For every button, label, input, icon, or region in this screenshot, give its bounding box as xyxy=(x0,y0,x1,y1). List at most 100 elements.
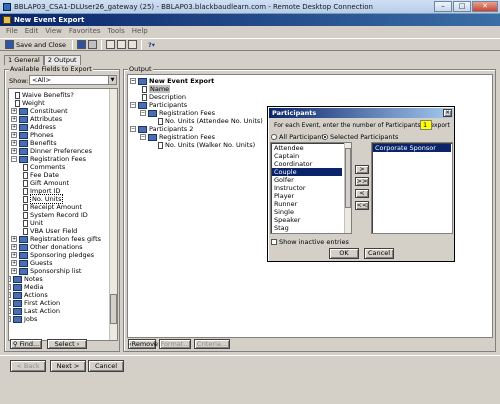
list-item-player[interactable]: Player xyxy=(272,192,342,200)
output-root[interactable]: − New Event Export xyxy=(130,77,214,85)
menu-favorites[interactable]: Favorites xyxy=(69,26,101,37)
dialog-close-button[interactable]: ✕ xyxy=(443,109,452,117)
tree-item-other-donations[interactable]: + Other donations xyxy=(11,243,83,251)
folder-icon xyxy=(19,259,28,267)
tree-item-waive-benefits[interactable]: Waive Benefits? xyxy=(15,91,74,99)
radio-all-participants[interactable]: All Participants xyxy=(271,133,327,141)
tree-item-constituent[interactable]: + Constituent xyxy=(11,107,68,115)
output-item-registration-fees-2[interactable]: − Registration Fees xyxy=(140,133,215,141)
ok-button[interactable]: OK xyxy=(329,248,359,259)
list-item-couple[interactable]: Couple xyxy=(272,168,342,176)
list-item-instructor[interactable]: Instructor xyxy=(272,184,342,192)
tree-item-weight[interactable]: Weight xyxy=(15,99,45,107)
delete-icon[interactable] xyxy=(88,40,98,49)
binoculars-icon: ⚲ xyxy=(12,340,18,348)
output-item-participants-2[interactable]: − Participants 2 xyxy=(130,125,193,133)
show-dropdown[interactable]: <All> ▼ xyxy=(29,75,117,85)
tree-item-registration-fees[interactable]: − Registration Fees xyxy=(11,155,86,163)
add-button[interactable]: > xyxy=(355,165,369,174)
output-item-attendee-no-units[interactable]: No. Units (Attendee No. Units) xyxy=(158,117,263,125)
remove-button[interactable]: < xyxy=(355,189,369,198)
list-item-speaker[interactable]: Speaker xyxy=(272,216,342,224)
checkbox-icon xyxy=(271,239,277,245)
radio-selected-icon xyxy=(322,134,328,140)
tree-item-sponsoring-pledges[interactable]: + Sponsoring pledges xyxy=(11,251,94,259)
tree-item-attributes[interactable]: + Attributes xyxy=(11,115,62,123)
list-item-single[interactable]: Single xyxy=(272,208,342,216)
list-scrollbar-thumb[interactable] xyxy=(345,148,351,208)
tree-item-actions[interactable]: +Actions xyxy=(9,291,48,299)
tree-item-guests[interactable]: + Guests xyxy=(11,259,52,267)
tree-item-notes[interactable]: +Notes xyxy=(9,275,43,283)
menu-tools[interactable]: Tools xyxy=(108,26,125,37)
tree-item-sponsorship-list[interactable]: + Sponsorship list xyxy=(11,267,81,275)
tree-item-vba-user-field[interactable]: VBA User Field xyxy=(23,227,77,235)
scrollbar-thumb[interactable] xyxy=(110,294,117,324)
help-dropdown-button[interactable]: ?▾ xyxy=(146,39,157,50)
next-button[interactable]: Next > xyxy=(50,360,86,372)
tree-item-fee-date[interactable]: Fee Date xyxy=(23,171,59,179)
tree-item-address[interactable]: + Address xyxy=(11,123,56,131)
radio-icon xyxy=(271,134,277,140)
output-item-name[interactable]: Name xyxy=(142,85,171,93)
tab-output[interactable]: 2 Output xyxy=(43,55,81,65)
participant-count-input[interactable]: 1 xyxy=(420,120,432,130)
selected-participants-list: Corporate Sponsor xyxy=(371,142,453,234)
remove-all-button[interactable]: << xyxy=(355,201,369,210)
print-icon[interactable] xyxy=(106,40,116,49)
output-item-description[interactable]: Description xyxy=(142,93,186,101)
list-item-stag[interactable]: Stag xyxy=(272,224,342,232)
output-item-registration-fees[interactable]: − Registration Fees xyxy=(140,109,215,117)
criteria-button[interactable]: Criteria... xyxy=(194,339,230,349)
save-and-close-button[interactable]: Save and Close xyxy=(3,39,68,50)
tree-item-first-action[interactable]: +First Action xyxy=(9,299,60,307)
find-button[interactable]: ⚲ Find... xyxy=(10,339,42,349)
field-icon xyxy=(142,93,147,101)
menu-edit[interactable]: Edit xyxy=(25,26,39,37)
list-item-attendee[interactable]: Attendee xyxy=(272,144,342,152)
tree-item-receipt-amount[interactable]: Receipt Amount xyxy=(23,203,82,211)
rdp-minimize-button[interactable]: – xyxy=(434,1,452,12)
radio-selected-participants[interactable]: Selected Participants xyxy=(322,133,398,141)
menu-file[interactable]: File xyxy=(6,26,18,37)
tree-item-last-action[interactable]: +Last Action xyxy=(9,307,60,315)
tree-item-gift-amount[interactable]: Gift Amount xyxy=(23,179,69,187)
list-item-golfer[interactable]: Golfer xyxy=(272,176,342,184)
tree-item-unit[interactable]: Unit xyxy=(23,219,43,227)
list-scrollbar[interactable] xyxy=(344,143,351,233)
list-item-captain[interactable]: Captain xyxy=(272,152,342,160)
menu-view[interactable]: View xyxy=(45,26,62,37)
tree-item-media[interactable]: +Media xyxy=(9,283,44,291)
tree-item-benefits[interactable]: + Benefits xyxy=(11,139,57,147)
output-item-walker-no-units[interactable]: No. Units (Walker No. Units) xyxy=(158,141,255,149)
menu-help[interactable]: Help xyxy=(132,26,148,37)
tree-item-registration-fees-gifts[interactable]: + Registration fees gifts xyxy=(11,235,101,243)
rdp-maximize-button[interactable]: □ xyxy=(453,1,471,12)
tree-item-dinner-preferences[interactable]: + Dinner Preferences xyxy=(11,147,92,155)
tree-item-jobs[interactable]: +Jobs xyxy=(9,315,37,323)
tree-item-no-units[interactable]: No. Units xyxy=(23,194,64,204)
show-inactive-checkbox[interactable]: Show inactive entries xyxy=(271,238,349,246)
tree-item-system-record-id[interactable]: System Record ID xyxy=(23,211,88,219)
cancel-button[interactable]: Cancel xyxy=(88,360,124,372)
output-item-participants[interactable]: − Participants xyxy=(130,101,187,109)
format-button[interactable]: Format... xyxy=(159,339,191,349)
select-button[interactable]: Select › xyxy=(47,339,87,349)
list-item-coordinator[interactable]: Coordinator xyxy=(272,160,342,168)
add-all-button[interactable]: >> xyxy=(355,177,369,186)
list-item-corporate-sponsor[interactable]: Corporate Sponsor xyxy=(373,144,451,152)
export-icon[interactable] xyxy=(117,40,127,49)
rdp-close-button[interactable]: ✕ xyxy=(472,1,498,12)
tree-item-comments[interactable]: Comments xyxy=(23,163,65,171)
footer-divider xyxy=(0,355,500,356)
dialog-cancel-button[interactable]: Cancel xyxy=(364,248,394,259)
remove-button[interactable]: ‹Remove xyxy=(128,339,158,349)
save-disk-icon[interactable] xyxy=(77,40,87,49)
list-item-runner[interactable]: Runner xyxy=(272,200,342,208)
back-button[interactable]: < Back xyxy=(10,360,46,372)
tree-scrollbar[interactable] xyxy=(109,89,117,340)
tab-general[interactable]: 1 General xyxy=(4,55,44,65)
properties-icon[interactable] xyxy=(128,40,138,49)
field-icon xyxy=(158,141,163,149)
tree-item-phones[interactable]: + Phones xyxy=(11,131,54,139)
